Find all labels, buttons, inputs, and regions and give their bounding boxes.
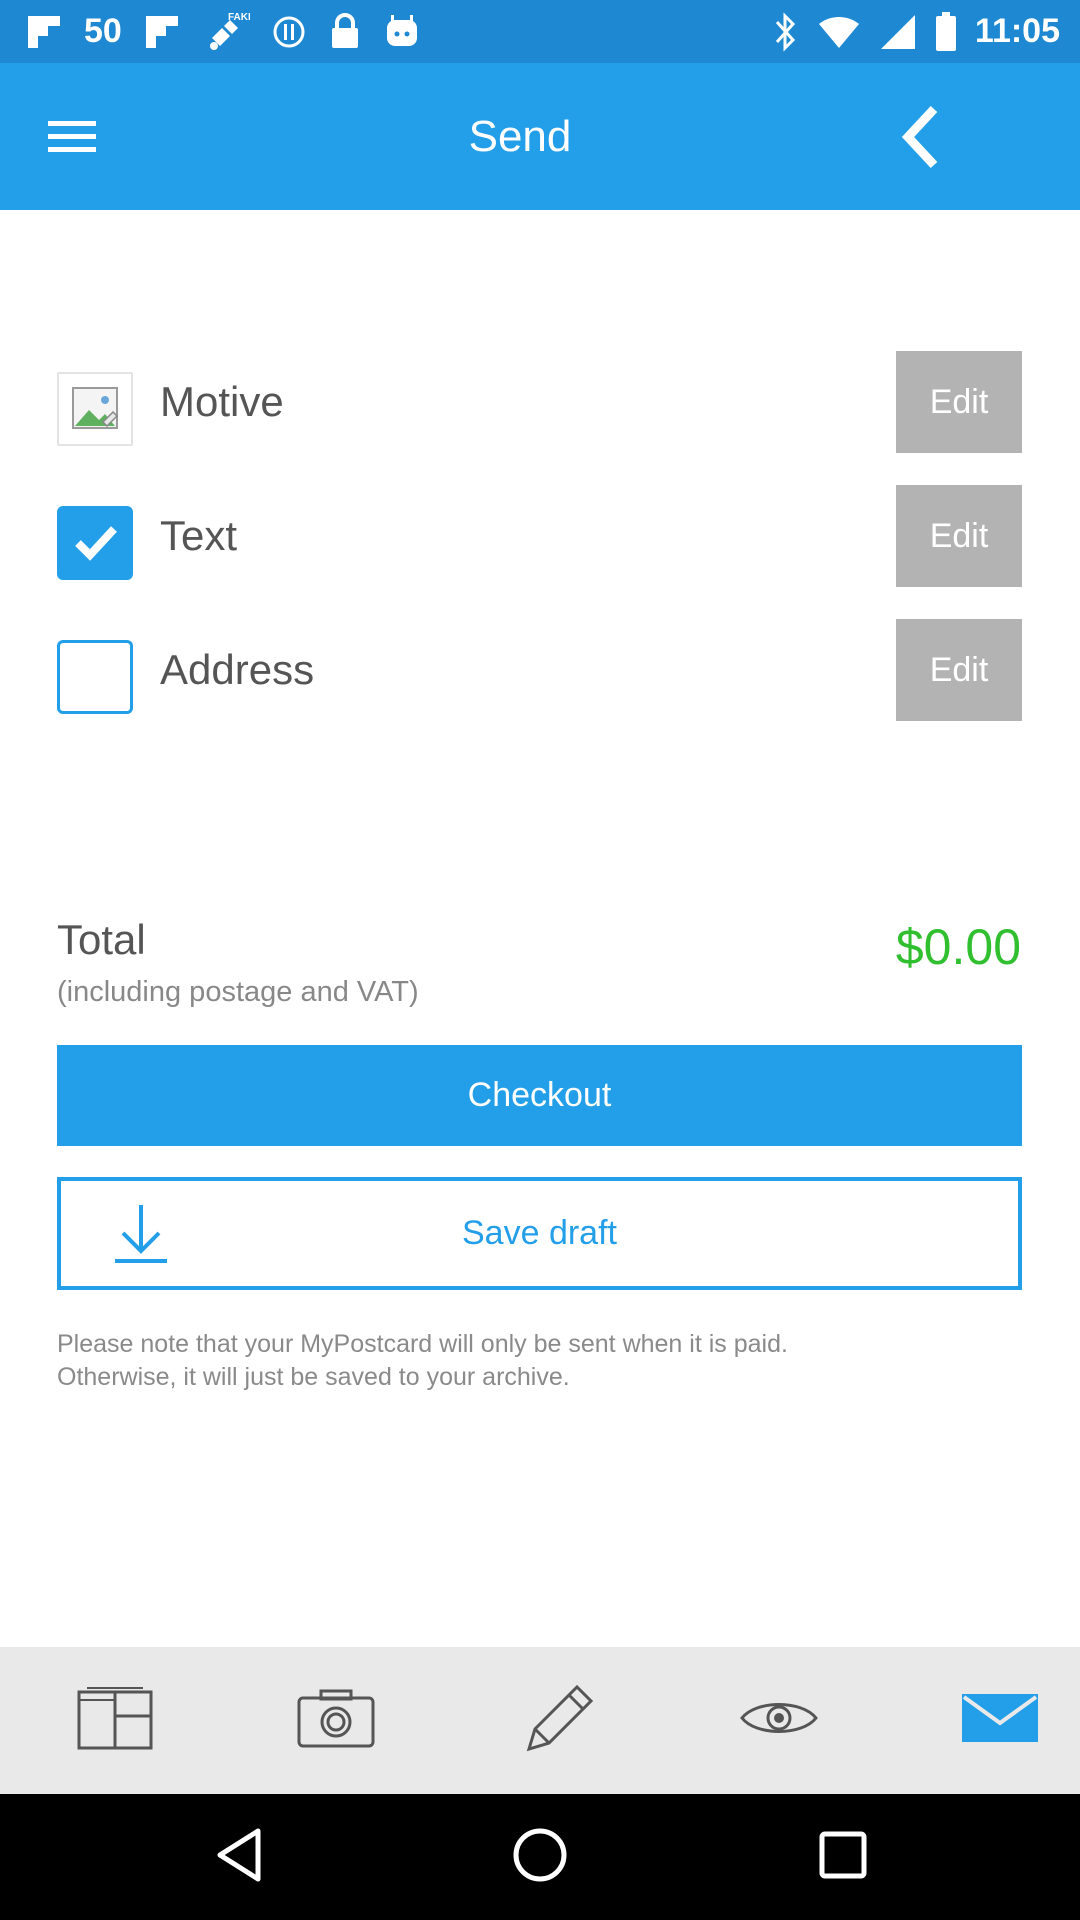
total-amount: $0.00 bbox=[895, 919, 1021, 975]
status-system: 11:05 bbox=[771, 0, 1060, 63]
tab-camera[interactable] bbox=[228, 1647, 444, 1794]
payment-note: Please note that your MyPostcard will on… bbox=[57, 1328, 1022, 1394]
note-line-1: Please note that your MyPostcard will on… bbox=[57, 1330, 788, 1358]
edit-address-button[interactable]: Edit bbox=[896, 619, 1022, 721]
row-address: Address Edit bbox=[0, 619, 1080, 721]
clock: 11:05 bbox=[974, 12, 1060, 50]
bottom-tab-bar bbox=[0, 1647, 1080, 1794]
camera-icon bbox=[297, 1688, 375, 1753]
save-draft-label: Save draft bbox=[462, 1214, 617, 1252]
checkout-button[interactable]: Checkout bbox=[57, 1045, 1022, 1146]
lock-icon bbox=[328, 12, 362, 52]
total-sublabel: (including postage and VAT) bbox=[57, 976, 419, 1008]
nav-recents-button[interactable] bbox=[693, 1794, 993, 1920]
wifi-icon bbox=[817, 14, 861, 50]
layout-grid-icon bbox=[77, 1686, 153, 1755]
save-draft-button[interactable]: Save draft bbox=[57, 1177, 1022, 1290]
row-motive: Motive Edit bbox=[0, 351, 1080, 453]
row-label-text: Text bbox=[160, 512, 238, 559]
bluetooth-icon bbox=[771, 11, 799, 52]
edit-text-button[interactable]: Edit bbox=[896, 485, 1022, 587]
envelope-icon bbox=[962, 1694, 1038, 1747]
checkbox-text-icon[interactable] bbox=[57, 506, 133, 580]
edit-motive-button[interactable]: Edit bbox=[896, 351, 1022, 453]
status-notifications: 50 FAKE bbox=[24, 0, 422, 63]
chevron-left-icon[interactable] bbox=[896, 101, 948, 173]
system-nav-bar bbox=[0, 1794, 1080, 1920]
tab-send[interactable] bbox=[892, 1647, 1080, 1794]
tab-layout[interactable] bbox=[7, 1647, 223, 1794]
row-text: Text Edit bbox=[0, 485, 1080, 587]
cell-signal-icon bbox=[879, 13, 917, 51]
circle-home-icon bbox=[512, 1827, 568, 1888]
pencil-icon bbox=[519, 1679, 597, 1762]
app-bar: Send bbox=[0, 63, 1080, 210]
checkbox-address-icon[interactable] bbox=[57, 640, 133, 714]
total-label: Total bbox=[57, 916, 146, 963]
download-arrow-icon bbox=[113, 1201, 169, 1267]
triangle-back-icon bbox=[214, 1827, 266, 1888]
square-recents-icon bbox=[818, 1830, 868, 1885]
flipboard-icon bbox=[24, 12, 64, 52]
tab-edit[interactable] bbox=[450, 1647, 666, 1794]
flipboard-icon bbox=[142, 12, 182, 52]
note-line-2: Otherwise, it will just be saved to your… bbox=[57, 1363, 570, 1391]
tab-preview[interactable] bbox=[671, 1647, 887, 1794]
signal-label: 50 bbox=[84, 12, 122, 50]
image-thumbnail-icon[interactable] bbox=[57, 372, 133, 446]
status-bar: 50 FAKE 11:05 bbox=[0, 0, 1080, 63]
nav-back-button[interactable] bbox=[90, 1794, 390, 1920]
fake-badge: FAKE bbox=[228, 12, 250, 23]
hamburger-menu-icon[interactable] bbox=[44, 111, 104, 161]
eye-icon bbox=[740, 1694, 818, 1747]
battery-icon bbox=[935, 11, 957, 52]
sync-icon bbox=[270, 13, 308, 51]
android-app-icon bbox=[382, 12, 422, 52]
row-label-address: Address bbox=[160, 646, 315, 693]
row-label-motive: Motive bbox=[160, 378, 284, 425]
fake-gps-icon: FAKE bbox=[202, 8, 250, 56]
nav-home-button[interactable] bbox=[390, 1794, 690, 1920]
